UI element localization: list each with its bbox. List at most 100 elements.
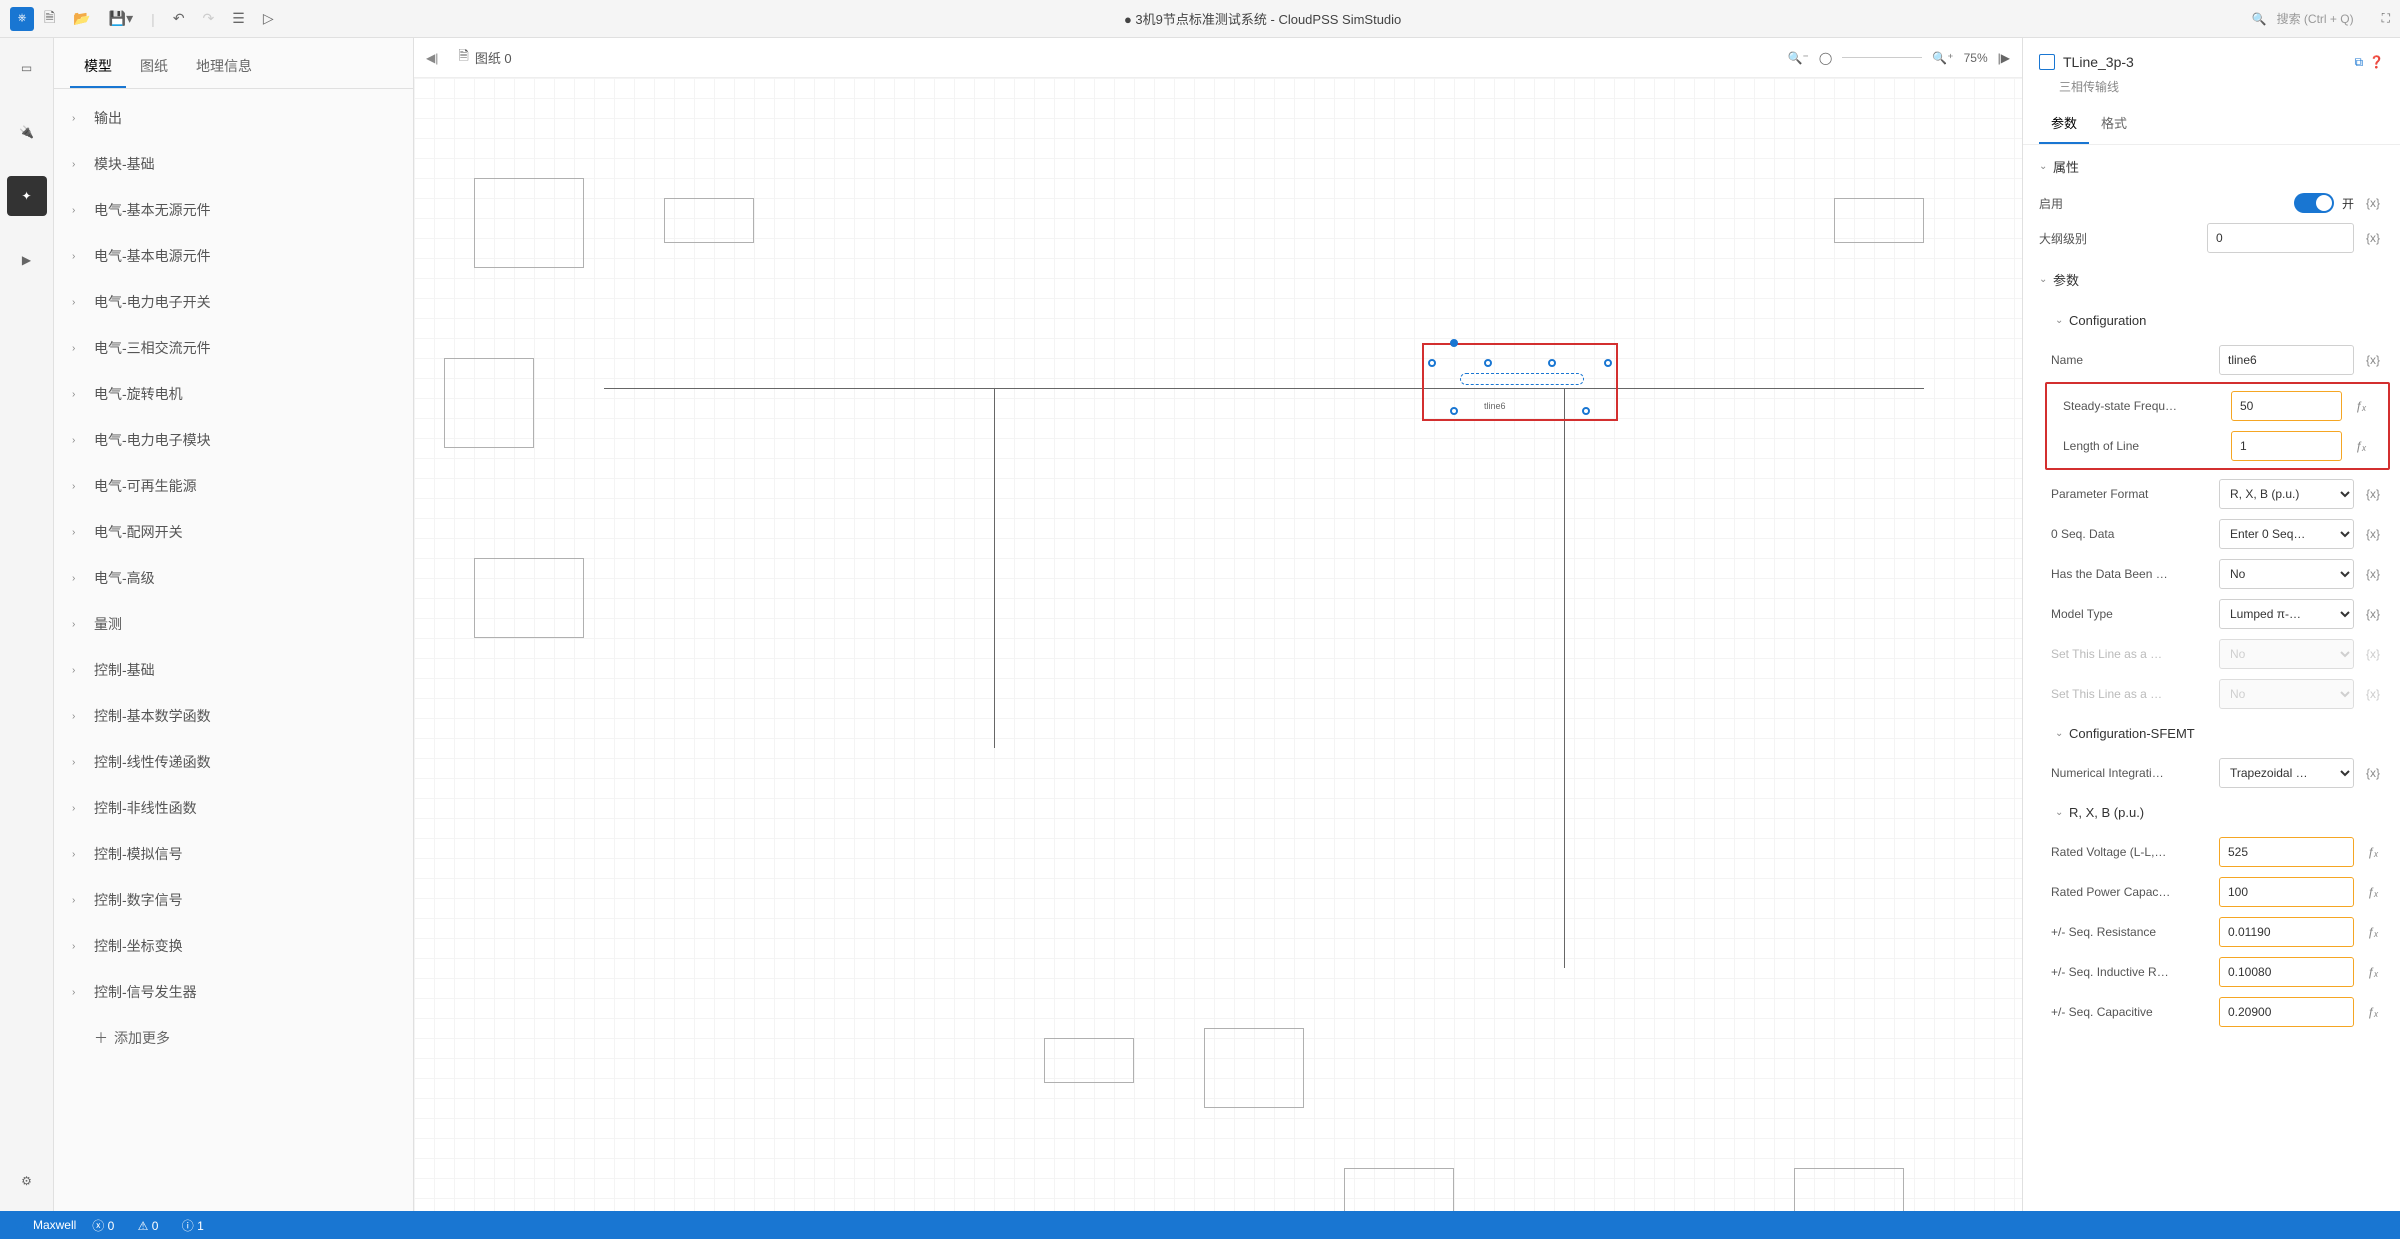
help-icon[interactable]: ❓ [2369,55,2384,70]
collapse-left-icon[interactable]: ◀| [426,51,438,65]
bseq-input[interactable] [2219,997,2354,1027]
tree-item[interactable]: ›控制-信号发生器 [54,969,413,1015]
name-input[interactable] [2219,345,2354,375]
tree-item[interactable]: ›控制-模拟信号 [54,831,413,877]
tree-item[interactable]: ›控制-基础 [54,647,413,693]
tree-item[interactable]: ›电气-基本无源元件 [54,187,413,233]
fullscreen-icon[interactable]: ⛶ [2382,11,2390,26]
tree-item[interactable]: ›量测 [54,601,413,647]
tab-geo[interactable]: 地理信息 [182,46,266,88]
param-format-select[interactable]: R, X, B (p.u.) [2219,479,2354,509]
doc-tab[interactable]: 🗎 图纸 0 [450,43,519,73]
expr-suffix[interactable]: {x} [2362,196,2384,210]
collapse-right-icon[interactable]: |▶ [1998,51,2010,65]
zoom-reset-icon[interactable]: ◯ [1819,51,1832,65]
settings-gear-icon[interactable]: ⚙ [7,1161,47,1201]
copy-icon[interactable]: ⧉ [2354,55,2363,70]
fx-suffix[interactable]: ƒₓ [2362,845,2384,859]
expr-suffix[interactable]: {x} [2362,231,2384,245]
fx-suffix[interactable]: ƒₓ [2362,925,2384,939]
fx-suffix[interactable]: ƒₓ [2362,885,2384,899]
activity-model-icon[interactable]: ▭ [7,48,47,88]
tree-item[interactable]: ›电气-配网开关 [54,509,413,555]
tree-item[interactable]: ›电气-旋转电机 [54,371,413,417]
add-more-button[interactable]: ＋添加更多 [54,1015,413,1061]
fx-suffix[interactable]: ƒₓ [2362,965,2384,979]
tab-model[interactable]: 模型 [70,46,126,88]
vrated-input[interactable] [2219,837,2354,867]
block-gen2[interactable] [444,358,534,448]
block-pss1a-b[interactable] [1044,1038,1134,1083]
numint-select[interactable]: Trapezoidal … [2219,758,2354,788]
seq0-select[interactable]: Enter 0 Seq… [2219,519,2354,549]
expr-suffix[interactable]: {x} [2362,487,2384,501]
undo-icon[interactable]: ↶ [173,10,185,27]
block-exst1[interactable] [474,178,584,268]
open-folder-icon[interactable]: 📂 [73,10,90,27]
expr-suffix[interactable]: {x} [2362,353,2384,367]
tree-item[interactable]: ›电气-电力电子开关 [54,279,413,325]
tree-item[interactable]: ›模块-基础 [54,141,413,187]
tree-item[interactable]: ›控制-线性传递函数 [54,739,413,785]
activity-play-icon[interactable]: ▶ [7,240,47,280]
row-length: Length of Line ƒₓ [2047,426,2388,466]
schematic-canvas[interactable]: tline6 [414,78,2022,1211]
fx-suffix[interactable]: ƒₓ [2350,399,2372,413]
tree-item[interactable]: ›电气-三相交流元件 [54,325,413,371]
new-file-icon[interactable]: 🗎 [44,7,55,31]
block-steam-tur[interactable] [474,558,584,638]
section-attributes[interactable]: ⌄属性 [2023,145,2400,188]
expr-suffix[interactable]: {x} [2362,527,2384,541]
srated-input[interactable] [2219,877,2354,907]
tree-item[interactable]: ›控制-非线性函数 [54,785,413,831]
tab-format[interactable]: 格式 [2089,103,2139,144]
tab-params[interactable]: 参数 [2039,103,2089,144]
tab-sheet[interactable]: 图纸 [126,46,182,88]
length-input[interactable] [2231,431,2342,461]
expr-suffix[interactable]: {x} [2362,766,2384,780]
section-rxb[interactable]: ⌄R, X, B (p.u.) [2023,793,2400,832]
tree-item[interactable]: ›电气-基本电源元件 [54,233,413,279]
block-steam-gov[interactable] [1344,1168,1454,1211]
fx-suffix[interactable]: ƒₓ [2362,1005,2384,1019]
expr-suffix[interactable]: {x} [2362,567,2384,581]
block-exst1-b[interactable] [1204,1028,1304,1108]
search-hint[interactable]: 搜索 (Ctrl + Q) [2277,10,2354,27]
tree-item[interactable]: ›电气-可再生能源 [54,463,413,509]
app-icon[interactable]: ⎈ [10,7,34,31]
block-pss1a-r[interactable] [1834,198,1924,243]
xpos-input[interactable] [2219,957,2354,987]
search-icon[interactable]: 🔍 [2252,12,2267,26]
save-icon[interactable]: 💾▾ [109,10,133,27]
block-pss1a[interactable] [664,198,754,243]
tree-item[interactable]: ›控制-数字信号 [54,877,413,923]
enable-toggle[interactable] [2294,193,2334,213]
outline-input[interactable] [2207,223,2354,253]
section-configuration[interactable]: ⌄Configuration [2023,301,2400,340]
selected-tline6[interactable]: tline6 [1422,343,1618,421]
run-icon[interactable]: ▷ [263,10,274,27]
fx-suffix[interactable]: ƒₓ [2350,439,2372,453]
block-steam-tur-b[interactable] [1794,1168,1904,1211]
section-params[interactable]: ⌄参数 [2023,258,2400,301]
model-type-select[interactable]: Lumped π-… [2219,599,2354,629]
status-user[interactable]: 👤 Maxwell [12,1218,76,1232]
tree-item[interactable]: ›电气-高级 [54,555,413,601]
row-param-format: Parameter Format R, X, B (p.u.) {x} [2023,474,2400,514]
rpos-input[interactable] [2219,917,2354,947]
frequency-input[interactable] [2231,391,2342,421]
section-sfemt[interactable]: ⌄Configuration-SFEMT [2023,714,2400,753]
expr-suffix[interactable]: {x} [2362,607,2384,621]
tree-item[interactable]: ›电气-电力电子模块 [54,417,413,463]
tree-item[interactable]: ›输出 [54,95,413,141]
tree-item[interactable]: ›控制-基本数学函数 [54,693,413,739]
activity-plug-icon[interactable]: 🔌 [7,112,47,152]
corrected-select[interactable]: No [2219,559,2354,589]
activity-tools-icon[interactable]: ✦ [7,176,47,216]
list-icon[interactable]: ☰ [232,10,245,27]
redo-icon[interactable]: ↷ [203,10,215,27]
tree-item[interactable]: ›控制-坐标变换 [54,923,413,969]
zoom-in-icon[interactable]: 🔍⁺ [1932,51,1953,65]
zoom-out-icon[interactable]: 🔍⁻ [1788,51,1809,65]
status-counts[interactable]: ⓧ 0 ⚠ 0 ⓘ 1 [92,1217,224,1234]
